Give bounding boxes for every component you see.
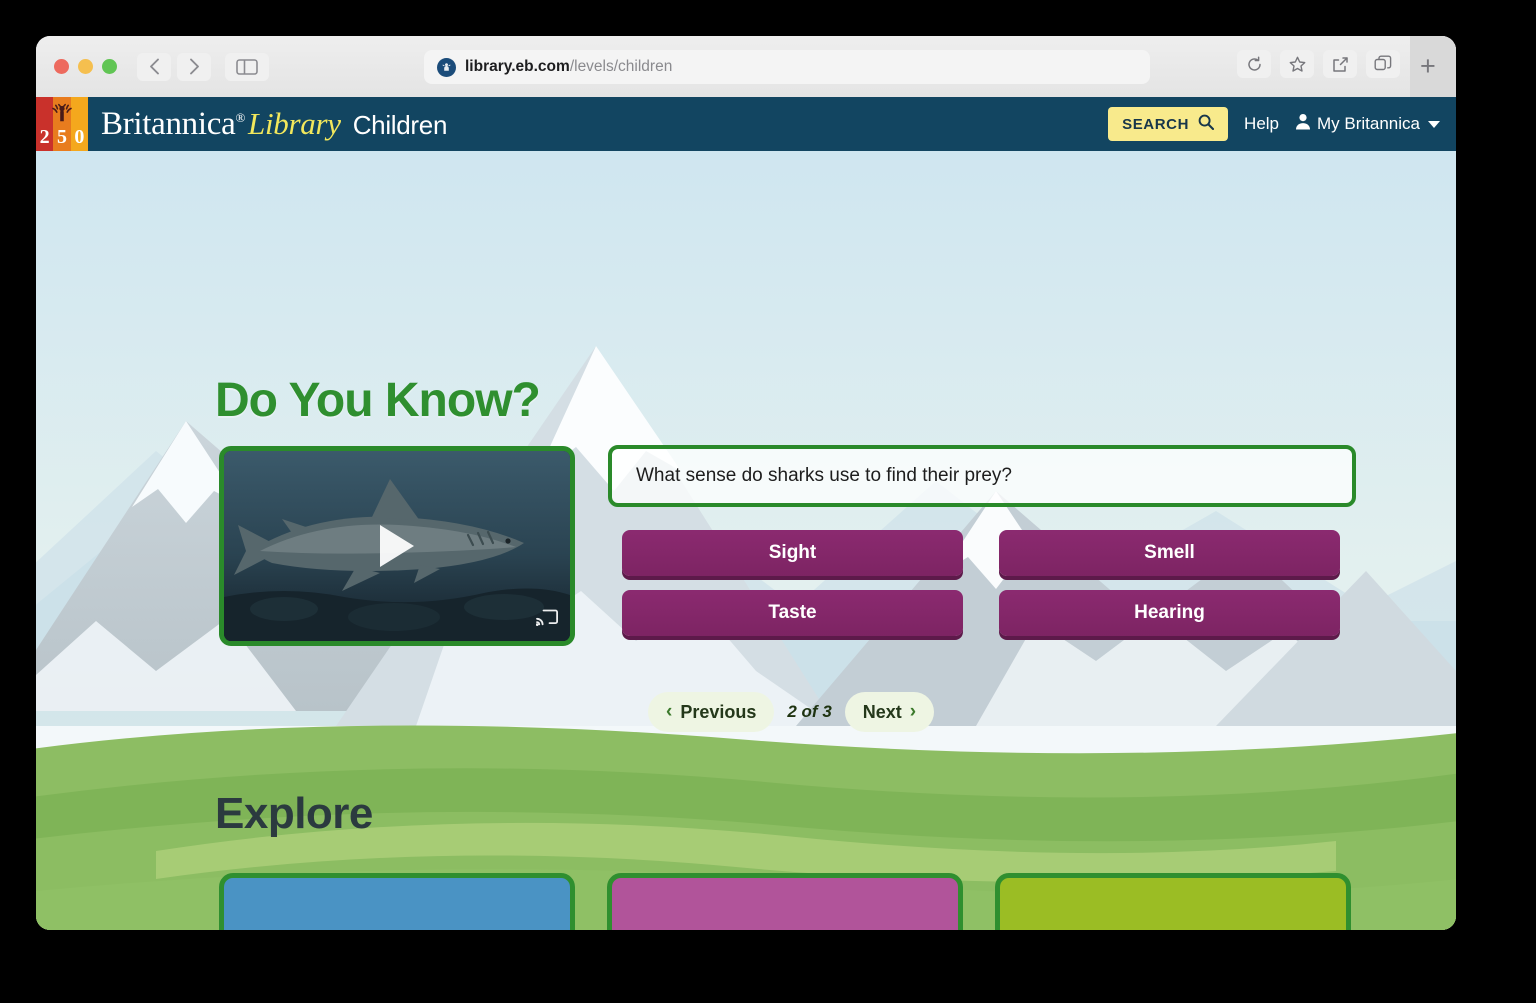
answer-option-taste[interactable]: Taste [622,590,963,636]
chevron-left-icon: ‹ [666,701,673,722]
do-you-know-video[interactable] [219,446,575,646]
my-britannica-menu[interactable]: My Britannica [1295,113,1440,135]
browser-window: library.eb.com/levels/children + 2 5 0 B… [36,36,1456,930]
explore-card-media[interactable] [607,873,963,930]
question-box: What sense do sharks use to find their p… [608,445,1356,507]
minimize-window-button[interactable] [78,59,93,74]
play-icon[interactable] [380,525,414,567]
explore-card-articles[interactable] [219,873,575,930]
bookmark-star-icon[interactable] [1280,50,1314,78]
next-label: Next [862,701,902,722]
search-icon [1198,114,1215,134]
next-button[interactable]: Next › [844,692,935,732]
answer-option-sight[interactable]: Sight [622,530,963,576]
browser-toolbar: library.eb.com/levels/children + [36,36,1456,97]
answer-option-smell[interactable]: Smell [999,530,1340,576]
brand-name: Britannica [101,105,236,142]
previous-button[interactable]: ‹ Previous [648,692,775,732]
toolbar-actions [1237,50,1400,78]
my-britannica-label: My Britannica [1317,114,1420,133]
search-button[interactable]: SEARCH [1108,107,1229,141]
window-traffic-lights [54,59,117,74]
back-button[interactable] [137,52,171,81]
header-actions: SEARCH Help My Britannica [1108,97,1440,151]
explore-heading: Explore [215,789,373,838]
maximize-window-button[interactable] [102,59,117,74]
url-path: /levels/children [569,58,673,75]
digit-5: 5 [56,126,67,148]
digit-0: 0 [74,126,85,148]
url-domain: library.eb.com [465,58,570,75]
do-you-know-heading: Do You Know? [215,374,541,427]
explore-cards [219,873,1359,930]
chevron-down-icon [1428,120,1440,128]
url-text: library.eb.com/levels/children [465,58,672,76]
search-button-label: SEARCH [1122,115,1190,133]
cast-icon[interactable] [535,607,558,631]
new-tab-button[interactable]: + [1410,36,1456,97]
brand-level: Children [352,109,448,140]
close-window-button[interactable] [54,59,69,74]
britannica-250-logo[interactable]: 2 5 0 [36,97,88,151]
previous-label: Previous [680,701,757,722]
quiz-pager: ‹ Previous 2 of 3 Next › [648,692,935,732]
person-icon [1295,113,1311,135]
answer-option-hearing[interactable]: Hearing [999,590,1340,636]
anniversary-number: 2 5 0 [36,126,88,149]
brand-wordmark[interactable]: Britannica®Library Children [101,106,447,143]
new-tab-label: + [1420,51,1436,81]
digit-2: 2 [39,126,50,148]
site-header: 2 5 0 Britannica®Library Children SEARCH … [36,97,1456,151]
forward-button[interactable] [177,52,211,81]
help-link[interactable]: Help [1244,114,1279,134]
pager-count: 2 of 3 [787,702,832,721]
navigation-buttons [137,52,211,81]
answer-options: Sight Smell Taste Hearing [622,530,1340,636]
sidebar-toggle-icon[interactable] [225,52,269,81]
registered-mark: ® [235,109,246,125]
address-bar[interactable]: library.eb.com/levels/children [424,50,1150,84]
explore-card-biographies[interactable] [995,873,1351,930]
page-viewport: Do You Know? What sense do sharks use to… [36,151,1456,930]
site-favicon-icon [437,57,456,77]
tabs-overview-icon[interactable] [1366,50,1400,78]
chevron-right-icon: › [909,701,917,722]
reload-icon[interactable] [1237,50,1271,78]
question-text: What sense do sharks use to find their p… [636,465,1012,486]
brand-library: Library [248,105,341,141]
share-icon[interactable] [1323,50,1357,78]
